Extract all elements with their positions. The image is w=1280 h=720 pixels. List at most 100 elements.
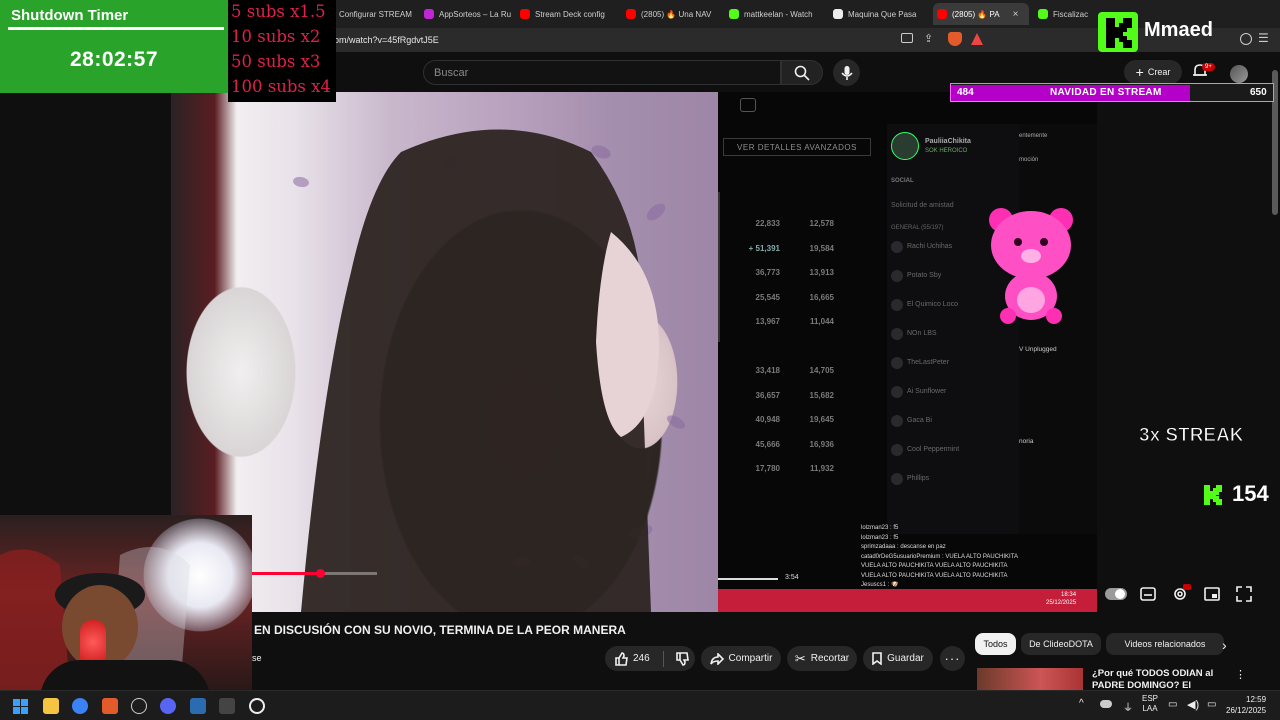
panel-fragment: moción (1019, 157, 1039, 163)
friend-avatar (891, 241, 903, 253)
subtitles-icon[interactable] (1140, 587, 1156, 601)
share-icon (709, 652, 724, 665)
chevron-right-icon[interactable]: › (1222, 637, 1227, 653)
stat-value: 22,833 (755, 219, 780, 228)
friend-avatar (891, 357, 903, 369)
streak-label: 3x STREAK (1139, 425, 1245, 447)
app-taskbar-icon[interactable] (190, 698, 206, 714)
subs-multiplier-line: 50 subs x3 (231, 52, 321, 71)
browser-tab[interactable]: AppSorteos – La Ru (420, 3, 512, 25)
stat-value: 17,780 (755, 464, 780, 473)
video-player[interactable]: VER DETALLES AVANZADOS 22,833 + 51,391 36,… (171, 92, 1097, 612)
search-button[interactable] (781, 60, 823, 85)
volume-icon[interactable]: ◀) (1187, 698, 1199, 711)
game-side-panel: entemente moción V Unplugged noria (1019, 124, 1097, 534)
friend-avatar (891, 270, 903, 282)
language-indicator[interactable]: ESP LAA (1142, 694, 1158, 714)
seek-bar-played (251, 572, 321, 575)
stat-value: 16,665 (809, 292, 834, 302)
friend-avatar (891, 415, 903, 427)
tab-label: Stream Deck config (535, 9, 605, 19)
search-input[interactable]: Buscar (423, 60, 781, 85)
friend-avatar (891, 299, 903, 311)
profile-avatar (891, 132, 919, 160)
kick-follow-icon (1204, 485, 1222, 505)
share-button[interactable]: Compartir (701, 646, 781, 671)
cast-icon[interactable] (901, 33, 913, 43)
url-text[interactable]: om/watch?v=45fRgdvtJ5E (334, 35, 439, 45)
like-count[interactable]: 246 (633, 653, 650, 664)
browser-taskbar-icon[interactable] (72, 698, 88, 714)
shutdown-timer-title: Shutdown Timer (11, 7, 129, 24)
voice-search-button[interactable] (833, 59, 860, 86)
discord-taskbar-icon[interactable] (160, 698, 176, 714)
mic-tray-icon[interactable]: ⏚ (1123, 699, 1133, 714)
stat-value: 12,578 (809, 219, 834, 228)
streamer-name: Mmaed (1144, 19, 1213, 41)
obs-taskbar-icon[interactable] (131, 698, 147, 714)
network-icon[interactable]: ▭ (1168, 699, 1177, 710)
thumbs-up-icon[interactable] (614, 651, 628, 666)
friend-name: Cool Peppermint (907, 446, 960, 453)
thumbs-down-icon[interactable] (675, 651, 689, 666)
recommended-video-title[interactable]: ¿Por qué TODOS ODIAN al PADRE DOMINGO? E… (1092, 668, 1232, 690)
browser-tab[interactable]: (2805) 🔥 Una NAV (622, 3, 720, 25)
clip-button[interactable]: ✂ Recortar (787, 646, 857, 671)
taskbar-clock[interactable]: 12:59 26/12/2025 (1226, 694, 1266, 716)
app-taskbar-icon[interactable] (249, 698, 265, 714)
file-explorer-icon[interactable] (43, 698, 59, 714)
browser-tab[interactable]: mattkeelan - Watch (725, 3, 823, 25)
browser-tab[interactable]: Stream Deck config (516, 3, 616, 25)
seek-bar-handle[interactable] (316, 569, 325, 578)
browser-tab[interactable]: Maquina Que Pasa (829, 3, 927, 25)
app-taskbar-icon[interactable] (219, 698, 235, 714)
stat-value: 11,044 (809, 317, 834, 326)
tab-label: Configurar STREAM (339, 9, 412, 19)
panel-fragment: V Unplugged (1019, 346, 1057, 353)
bookmark-icon (872, 652, 882, 665)
rewards-icon[interactable] (970, 32, 984, 46)
vpn-icon[interactable] (1240, 33, 1252, 45)
chevron-up-icon[interactable]: ^ (1079, 698, 1084, 709)
divider (718, 192, 728, 342)
stat-value: 36,773 (755, 268, 780, 277)
profile-rank: SOK HEROICO (925, 148, 968, 154)
battery-icon[interactable]: ▭ (1207, 699, 1216, 710)
account-avatar[interactable] (1230, 65, 1248, 83)
onedrive-icon[interactable] (1100, 700, 1112, 708)
share-page-icon[interactable]: ⇪ (924, 32, 933, 45)
stat-value: 25,545 (755, 292, 780, 302)
panel-fragment: noria (1019, 438, 1034, 445)
inner-taskbar-time: 18:34 (1061, 592, 1077, 598)
friend-name: El Quimico Loco (907, 301, 958, 308)
chat-message: VUELA ALTO PAUCHIKITA VUELA ALTO PAUCHIK… (861, 572, 1008, 579)
video-frame-webcam-footage (171, 92, 718, 612)
filter-chip[interactable]: De ClideoDOTA (1021, 633, 1101, 655)
brave-taskbar-icon[interactable] (102, 698, 118, 714)
miniplayer-icon[interactable] (1204, 587, 1220, 601)
fullscreen-icon[interactable] (1236, 586, 1252, 602)
tab-favicon-icon (729, 9, 739, 19)
brave-shield-icon[interactable] (948, 32, 962, 46)
chat-message: lolzman23 : f5 (861, 534, 899, 541)
filter-chip[interactable]: Videos relacionados (1106, 633, 1224, 655)
filter-chip[interactable]: Todos (975, 633, 1016, 655)
divider (8, 27, 224, 30)
browser-tab[interactable]: Fiscalizac (1034, 3, 1094, 25)
windows-start-icon[interactable] (13, 699, 28, 714)
browser-tab[interactable]: (2805) 🔥 PA × (933, 3, 1029, 25)
tab-label: Maquina Que Pasa (848, 9, 917, 19)
save-button[interactable]: Guardar (863, 646, 933, 671)
plus-icon: + (1135, 64, 1144, 80)
tab-close-icon[interactable]: × (1013, 9, 1019, 20)
autoplay-toggle[interactable] (1105, 588, 1127, 600)
more-actions-button[interactable]: ··· (940, 646, 965, 671)
tab-label: (2805) 🔥 Una NAV (641, 9, 712, 19)
subs-multiplier-panel: 5 subs x1.5 10 subs x2 50 subs x3 100 subs … (228, 0, 336, 102)
microphone-icon (840, 65, 853, 80)
create-button[interactable]: + Crear (1124, 60, 1182, 84)
video-menu-icon[interactable]: ⋮ (1235, 668, 1246, 681)
menu-icon[interactable]: ☰ (1258, 31, 1269, 45)
recommended-video-thumbnail[interactable] (977, 668, 1083, 690)
channel-name-fragment[interactable]: se (252, 653, 262, 663)
